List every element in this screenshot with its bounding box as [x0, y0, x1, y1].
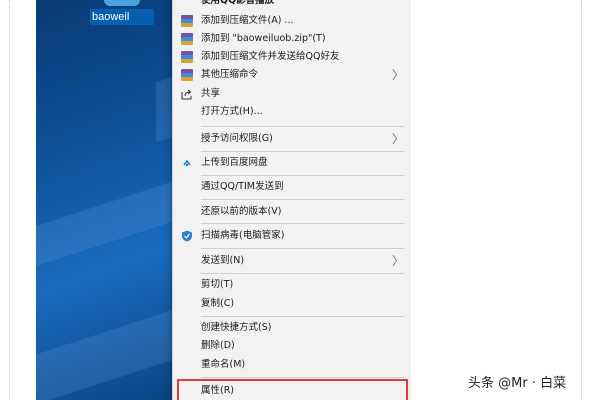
baidu-cloud-icon — [183, 159, 191, 167]
shield-icon — [182, 230, 192, 242]
watermark-text: 头条 @Mr · 白菜 — [468, 376, 567, 391]
page-right-margin — [411, 0, 600, 400]
menu-item-label: 发送到(N) — [201, 255, 245, 266]
wallpaper-light-beam — [36, 305, 186, 400]
menu-item-label: 重命名(M) — [201, 359, 246, 370]
menu-item-send-qq-tim[interactable]: 通过QQ/TIM发送到 — [173, 178, 411, 196]
menu-item-label: 授予访问权限(G) — [201, 133, 273, 144]
menu-item-label: 剪切(T) — [201, 279, 234, 290]
menu-item-create-shortcut[interactable]: 创建快捷方式(S) — [173, 319, 411, 337]
menu-item-grant-access[interactable]: 授予访问权限(G) 〉 — [173, 130, 411, 148]
archive-icon — [181, 51, 193, 63]
menu-item-cut[interactable]: 剪切(T) — [173, 276, 411, 294]
menu-item-send-to[interactable]: 发送到(N) 〉 — [173, 252, 411, 270]
menu-item-label: 其他压缩命令 — [201, 69, 259, 80]
menu-item-label: 通过QQ/TIM发送到 — [201, 181, 284, 192]
chevron-right-icon: 〉 — [391, 254, 404, 268]
menu-item-copy[interactable]: 复制(C) — [173, 295, 411, 313]
menu-item-label: 打开方式(H)... — [201, 106, 263, 117]
file-icon — [104, 0, 140, 6]
menu-item-label: 删除(D) — [201, 340, 235, 351]
desktop-background: baoweil 使用QQ影音播放 添加到压缩文件(A) ... 添加到 "bao… — [36, 0, 411, 400]
menu-item-qq-player[interactable]: 使用QQ影音播放 — [173, 0, 411, 10]
menu-item-label: 共享 — [201, 88, 221, 99]
dotted-border — [9, 0, 10, 400]
menu-item-label: 上传到百度网盘 — [201, 157, 268, 168]
menu-item-label: 还原以前的版本(V) — [201, 206, 282, 217]
share-icon — [181, 89, 192, 100]
menu-item-baidu-upload[interactable]: 上传到百度网盘 — [173, 154, 411, 172]
menu-item-label: 添加到 "baoweiluob.zip"(T) — [201, 33, 326, 44]
menu-item-label: 添加到压缩文件(A) ... — [201, 15, 294, 26]
menu-item-open-with[interactable]: 打开方式(H)... — [173, 103, 411, 121]
archive-icon — [181, 33, 193, 45]
context-menu: 使用QQ影音播放 添加到压缩文件(A) ... 添加到 "baoweiluob.… — [172, 0, 411, 400]
menu-separator — [201, 316, 404, 317]
menu-separator — [201, 248, 404, 249]
menu-item-add-to-zip[interactable]: 添加到 "baoweiluob.zip"(T) — [173, 30, 411, 48]
chevron-right-icon: 〉 — [391, 68, 404, 82]
menu-item-label: 扫描病毒(电脑管家) — [201, 230, 285, 241]
dotted-border — [581, 0, 582, 400]
menu-item-share[interactable]: 共享 — [173, 85, 411, 103]
archive-icon — [181, 15, 193, 27]
menu-item-rename[interactable]: 重命名(M) — [173, 356, 411, 374]
menu-item-restore-versions[interactable]: 还原以前的版本(V) — [173, 203, 411, 221]
menu-separator — [201, 151, 404, 152]
menu-separator — [201, 175, 404, 176]
menu-item-label: 复制(C) — [201, 298, 235, 309]
menu-item-archive-send-qq[interactable]: 添加到压缩文件并发送给QQ好友 — [173, 48, 411, 66]
menu-separator — [201, 273, 404, 274]
menu-separator — [201, 126, 404, 127]
archive-icon — [181, 69, 193, 81]
menu-item-delete[interactable]: 删除(D) — [173, 337, 411, 355]
desktop-file-label[interactable]: baoweil — [90, 9, 154, 25]
desktop-file-icon[interactable]: baoweil — [90, 0, 154, 26]
menu-separator — [201, 377, 404, 378]
menu-item-label: 使用QQ影音播放 — [201, 0, 275, 6]
menu-item-label: 创建快捷方式(S) — [201, 322, 272, 333]
menu-item-label: 添加到压缩文件并发送给QQ好友 — [201, 51, 340, 62]
page-left-margin — [0, 0, 36, 400]
menu-item-other-compress[interactable]: 其他压缩命令 〉 — [173, 66, 411, 84]
menu-item-add-to-archive[interactable]: 添加到压缩文件(A) ... — [173, 12, 411, 30]
menu-item-scan-virus[interactable]: 扫描病毒(电脑管家) — [173, 227, 411, 245]
menu-separator — [201, 223, 404, 224]
menu-separator — [201, 199, 404, 200]
chevron-right-icon: 〉 — [391, 132, 404, 146]
highlight-box — [177, 379, 408, 400]
